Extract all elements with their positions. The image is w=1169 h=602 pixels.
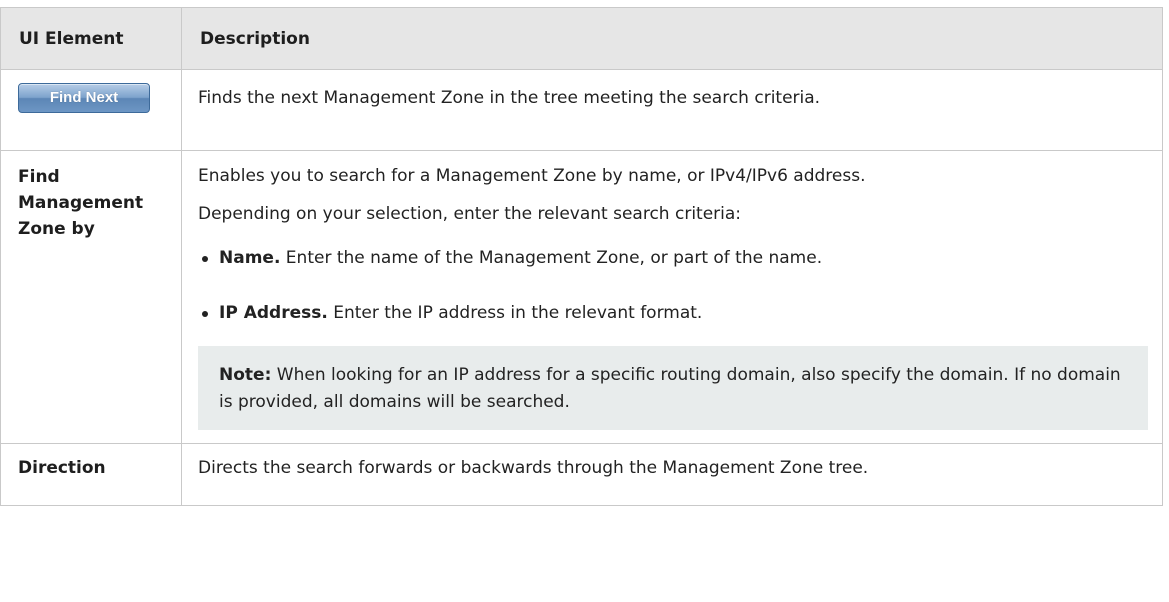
description-intro: Enables you to search for a Management Z…: [198, 166, 866, 186]
header-description: Description: [181, 7, 1163, 70]
bullet-icon: [202, 256, 208, 262]
element-name-line: Management: [18, 193, 144, 213]
ui-element-cell: Find Management Zone by: [0, 150, 182, 444]
ui-elements-table: UI Element Description Find Next Finds t…: [0, 7, 1163, 506]
table-header-row: UI Element Description: [0, 7, 1163, 70]
list-item: Name. Enter the name of the Management Z…: [198, 245, 1148, 271]
bullet-text: Enter the IP address in the relevant for…: [327, 303, 703, 323]
bullet-icon: [202, 311, 208, 317]
table-row: Find Management Zone by Enables you to s…: [0, 150, 1163, 444]
note-box: Note: When looking for an IP address for…: [198, 346, 1148, 430]
ui-element-cell: Direction: [0, 443, 182, 506]
description-detail: Depending on your selection, enter the r…: [198, 204, 742, 224]
header-ui-element: UI Element: [0, 7, 182, 70]
ui-element-cell: Find Next: [0, 69, 182, 151]
find-next-button[interactable]: Find Next: [18, 83, 150, 113]
criteria-list: Name. Enter the name of the Management Z…: [198, 245, 1148, 326]
element-name-line: Zone by: [18, 219, 95, 239]
bullet-term: IP Address.: [219, 303, 328, 323]
description-cell: Directs the search forwards or backwards…: [181, 443, 1163, 506]
table-row: Direction Directs the search forwards or…: [0, 443, 1163, 506]
note-label: Note:: [219, 365, 272, 385]
note-text: When looking for an IP address for a spe…: [219, 365, 1121, 412]
element-name-line: Find: [18, 167, 60, 187]
description-cell: Finds the next Management Zone in the tr…: [181, 69, 1163, 151]
bullet-text: Enter the name of the Management Zone, o…: [280, 248, 823, 268]
table-row: Find Next Finds the next Management Zone…: [0, 69, 1163, 151]
list-item: IP Address. Enter the IP address in the …: [198, 300, 1148, 326]
description-cell: Enables you to search for a Management Z…: [181, 150, 1163, 444]
bullet-term: Name.: [219, 248, 281, 268]
